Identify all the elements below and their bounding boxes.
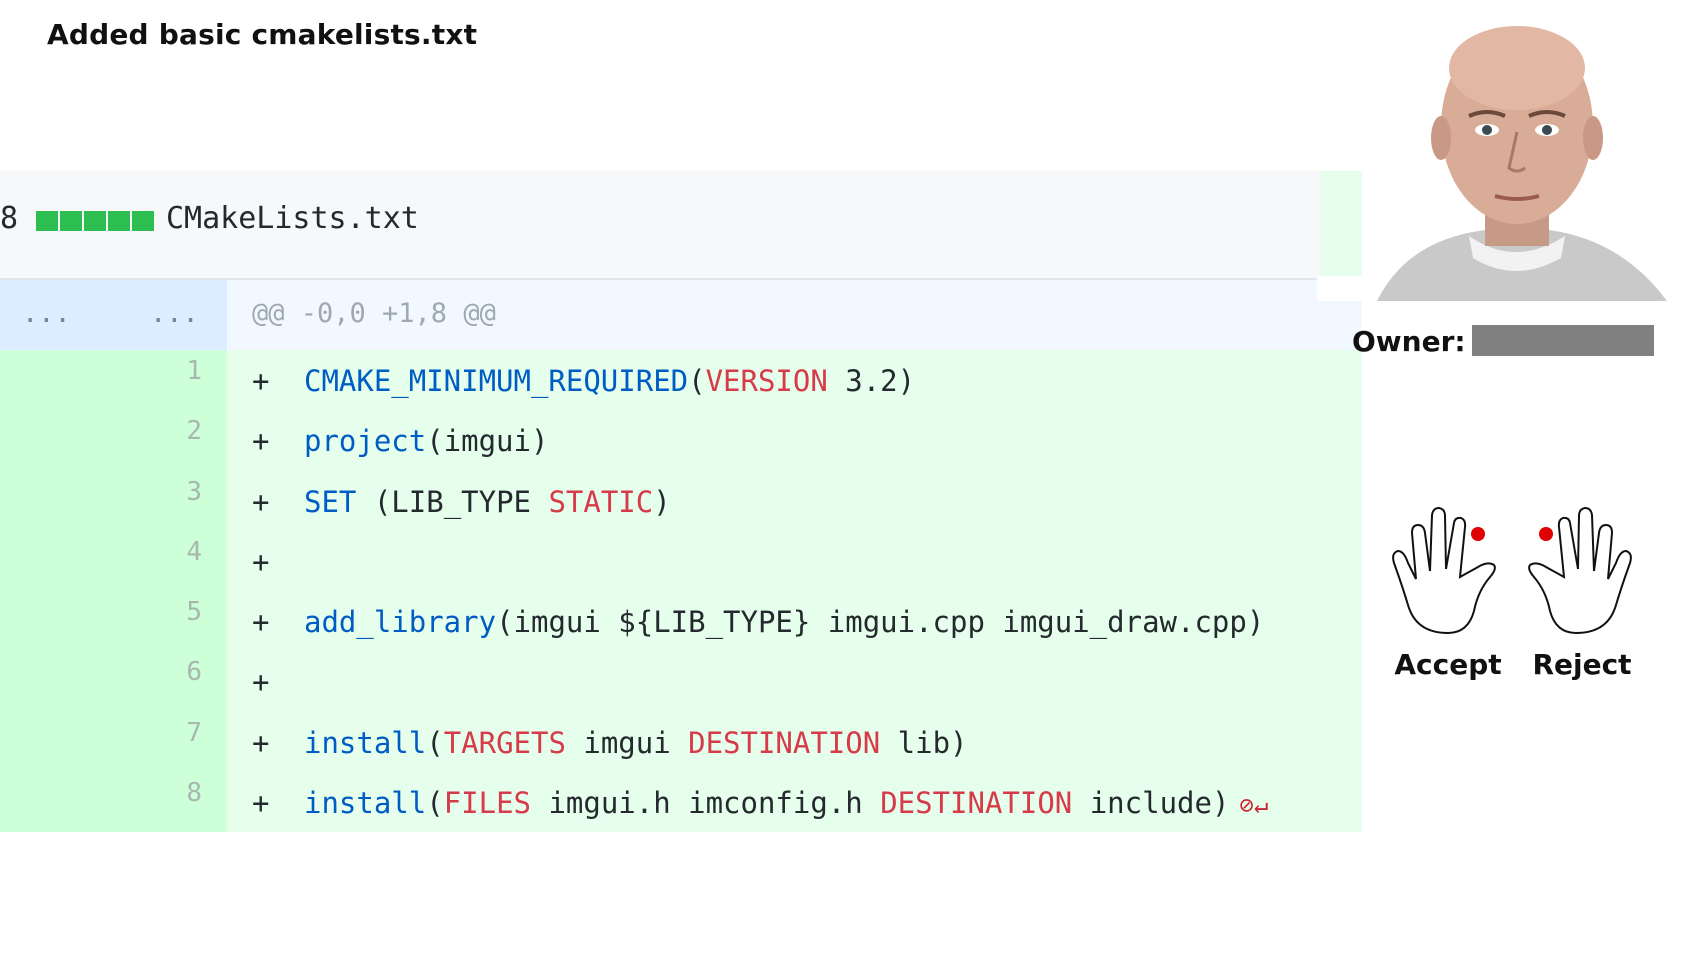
hunk-header: @@ -0,0 +1,8 @@ [252,298,496,329]
diff-line: 5 + add_library(imgui ${LIB_TYPE} imgui.cp… [0,591,1362,651]
code-token: imgui [565,725,689,760]
code-token: (imgui ${LIB_TYPE} imgui.cpp imgui_draw.… [496,605,1265,639]
code-token: lib) [880,725,968,760]
code-token: SET [304,484,357,519]
diffstat-block [84,211,106,231]
code-token: ) [653,484,671,519]
code-token: 3.2) [827,364,916,398]
diff-line: 8 + install(FILES imgui.h imconfig.h DESTI… [0,772,1362,832]
diffstat-block [132,211,154,231]
code-token: (LIB_TYPE [356,484,549,519]
code-token: ( [426,785,444,820]
line-number[interactable]: 6 [0,657,202,687]
diff-line: 6 + [0,651,1362,711]
code-content: CMAKE_MINIMUM_REQUIRED(VERSION 3.2) [304,364,915,398]
owner-avatar [1317,8,1702,301]
diffstat-block [108,211,130,231]
diffstat-blocks [36,211,154,231]
code-token: add_library [304,605,497,639]
diffstat-count: 8 [0,201,19,236]
diff-line: 2 + project(imgui) [0,410,1362,470]
code-token: install [304,785,427,820]
commit-title: Added basic cmakelists.txt [47,18,478,51]
diff-view: 8 CMakeLists.txt ... ... @@ -0,0 +1,8 @@… [0,171,1362,832]
added-marker: + [252,484,270,519]
added-marker: + [252,364,270,398]
hand-reject-icon[interactable] [1516,505,1636,635]
hunk-expand-new[interactable]: ... [150,298,199,329]
code-token: imgui.h imconfig.h [531,785,881,820]
code-token: install [304,725,427,760]
code-token: TARGETS [443,725,566,760]
code-content: install(FILES imgui.h imconfig.h DESTINA… [304,786,1268,820]
code-token: include) [1072,785,1230,820]
diffstat-block [60,211,82,231]
code-token: DESTINATION [880,785,1073,820]
line-number[interactable]: 3 [0,477,202,507]
hand-accept-icon[interactable] [1388,505,1508,635]
code-token: FILES [443,785,531,820]
line-number[interactable]: 4 [0,537,202,567]
file-header[interactable]: 8 CMakeLists.txt [0,171,1320,280]
code-content: SET (LIB_TYPE STATIC) [304,485,671,519]
file-name[interactable]: CMakeLists.txt [166,201,419,236]
diff-line: 3 + SET (LIB_TYPE STATIC) [0,471,1362,531]
code-content: install(TARGETS imgui DESTINATION lib) [304,726,968,760]
added-marker: + [252,785,270,820]
line-number[interactable]: 1 [0,356,202,386]
code-token: VERSION [705,364,828,398]
code-content: add_library(imgui ${LIB_TYPE} imgui.cpp … [304,605,1264,639]
hunk-header-row: ... ... @@ -0,0 +1,8 @@ [0,280,1362,350]
added-marker: + [252,725,270,760]
diff-line: 1 + CMAKE_MINIMUM_REQUIRED(VERSION 3.2) [0,350,1362,410]
added-marker: + [252,665,270,700]
code-content: project(imgui) [304,424,548,458]
diff-line: 4 + [0,531,1362,591]
code-token: project [304,424,427,459]
line-number[interactable]: 2 [0,416,202,446]
added-marker: + [252,424,270,459]
code-token: ( [426,725,444,760]
code-token: DESTINATION [688,725,881,760]
line-number[interactable]: 8 [0,778,202,808]
code-token: STATIC [548,484,654,519]
owner-name-redacted [1472,325,1654,356]
accept-label: Accept [1394,648,1502,681]
code-token: CMAKE_MINIMUM_REQUIRED [304,364,689,398]
reject-label: Reject [1532,648,1632,681]
owner-label: Owner: [1352,325,1466,358]
code-token: (imgui) [426,424,549,459]
no-newline-at-end-icon: ⊘↵ [1239,790,1269,819]
line-number[interactable]: 7 [0,718,202,748]
line-number[interactable]: 5 [0,597,202,627]
added-marker: + [252,605,270,639]
hunk-expand-old[interactable]: ... [22,298,71,329]
diff-lines: 1 + CMAKE_MINIMUM_REQUIRED(VERSION 3.2) 2 + p… [0,350,1362,832]
code-token: ( [688,364,706,398]
diff-line: 7 + install(TARGETS imgui DESTINATION lib) [0,712,1362,772]
added-marker: + [252,544,270,579]
diffstat-block [36,211,58,231]
